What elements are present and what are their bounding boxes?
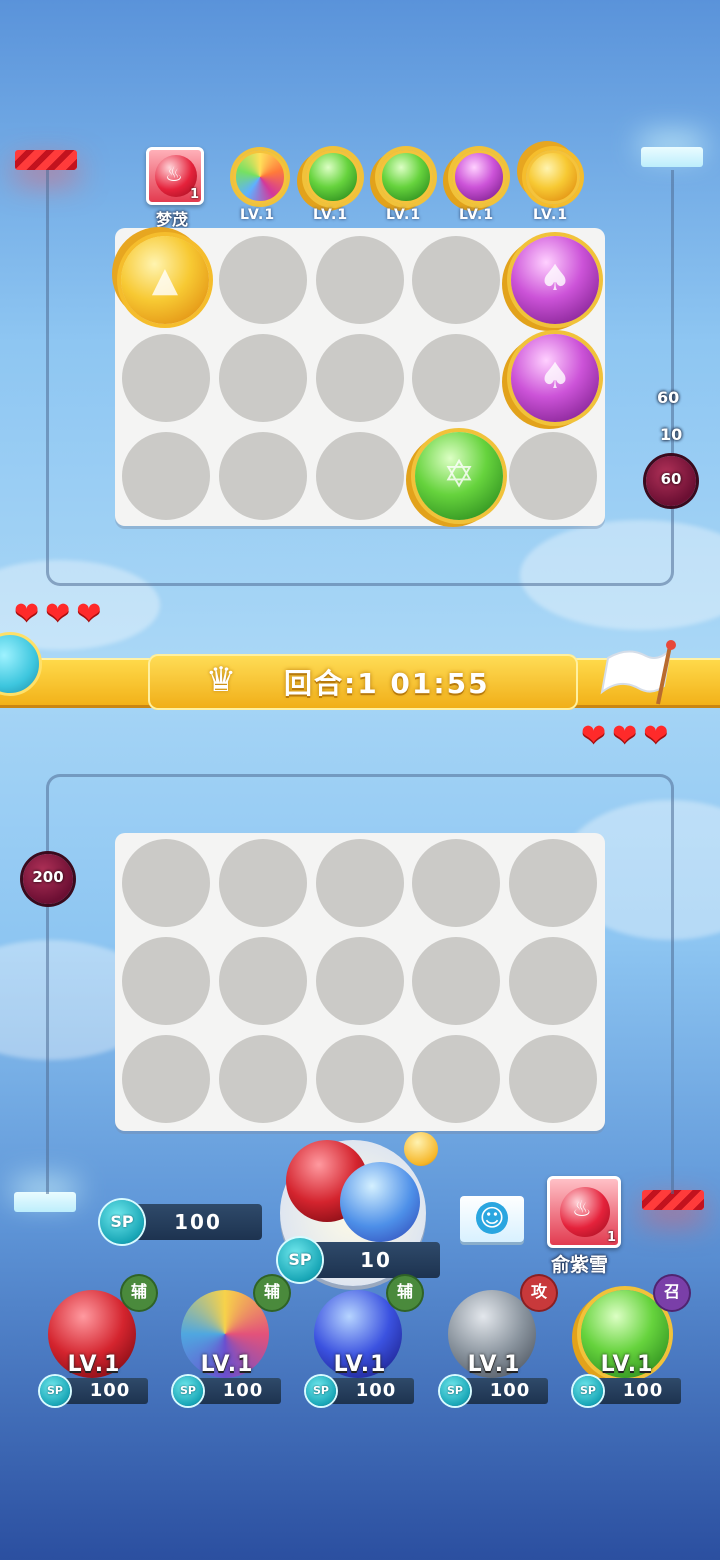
unit-level: LV.1 — [467, 1352, 521, 1377]
board-slot[interactable] — [219, 236, 307, 324]
smiley-face-icon: ☺ — [476, 1202, 508, 1234]
sp-badge-icon: SP — [278, 1238, 322, 1282]
unit-card-3[interactable]: LV.1 辅 100 SP — [306, 1276, 422, 1410]
board-slot[interactable] — [509, 937, 597, 1025]
unit-type-tag: 攻 — [522, 1276, 556, 1310]
emote-button[interactable]: ☺ — [460, 1196, 524, 1242]
board-slot[interactable] — [316, 334, 404, 422]
sp-total: 100 — [134, 1204, 262, 1240]
unit-type-tag: 辅 — [255, 1276, 289, 1310]
board-slot[interactable] — [122, 839, 210, 927]
unit-card-2[interactable]: LV.1 辅 100 SP — [173, 1276, 289, 1410]
board-slot[interactable] — [122, 334, 210, 422]
board-slot[interactable] — [122, 1035, 210, 1123]
top-right-blue-lamp — [641, 147, 703, 167]
player-monster: 200 — [13, 844, 83, 914]
board-slot[interactable] — [219, 1035, 307, 1123]
board-slot[interactable] — [412, 937, 500, 1025]
board-slot[interactable] — [219, 937, 307, 1025]
board-slot[interactable] — [122, 937, 210, 1025]
board-slot[interactable] — [219, 334, 307, 422]
board-slot[interactable] — [509, 432, 597, 520]
board-slot[interactable] — [412, 236, 500, 324]
unit-level: LV.1 — [333, 1352, 387, 1377]
board-slot[interactable] — [412, 334, 500, 422]
unit-card-1[interactable]: LV.1 辅 100 SP — [40, 1276, 156, 1410]
board-slot[interactable] — [316, 432, 404, 520]
top-left-red-lamp — [15, 150, 77, 170]
damage-number: 60 — [657, 388, 680, 407]
unit-type-tag: 辅 — [388, 1276, 422, 1310]
player-avatar[interactable]: ♨ 1 — [547, 1176, 621, 1248]
surrender-flag-icon[interactable] — [598, 638, 678, 708]
unit-level: LV.1 — [200, 1352, 254, 1377]
sp-badge-icon: SP — [40, 1376, 70, 1406]
unit-card-4[interactable]: LV.1 攻 100 SP — [440, 1276, 556, 1410]
flame-icon: ♨ — [572, 1197, 592, 1222]
sp-badge-icon: SP — [100, 1200, 144, 1244]
board-slot[interactable] — [316, 1035, 404, 1123]
sp-badge-icon: SP — [440, 1376, 470, 1406]
bottom-left-blue-lamp — [14, 1192, 76, 1212]
board-slot[interactable] — [509, 1035, 597, 1123]
player-hearts: ❤❤❤ — [581, 718, 675, 753]
monster-hp: 200 — [32, 868, 64, 886]
player-board — [115, 833, 605, 1131]
monster-hp: 60 — [660, 470, 682, 488]
board-slot[interactable] — [316, 937, 404, 1025]
opponent-hearts: ❤❤❤ — [14, 596, 108, 631]
unit-level: LV.1 — [67, 1352, 121, 1377]
opponent-board: ▲ ♠ ♠ ✡ — [115, 228, 605, 526]
board-slot[interactable] — [219, 839, 307, 927]
board-slot[interactable] — [316, 236, 404, 324]
trophy-icon: ♛ — [205, 660, 237, 700]
unit-card-5[interactable]: LV.1 召 100 SP — [573, 1276, 689, 1410]
opponent-monster: 60 — [636, 446, 706, 516]
round-timer: 回合:1 01:55 — [284, 667, 490, 700]
board-slot[interactable] — [509, 839, 597, 927]
board-slot[interactable] — [219, 432, 307, 520]
board-slot[interactable] — [122, 432, 210, 520]
sp-badge-icon: SP — [573, 1376, 603, 1406]
purple-mushroom-orb-icon[interactable]: ♠ — [511, 236, 599, 324]
summon-cost: 10 — [312, 1242, 440, 1278]
unit-type-tag: 辅 — [122, 1276, 156, 1310]
purple-mushroom-orb-icon[interactable]: ♠ — [511, 334, 599, 422]
player-name: 俞紫雪 — [551, 1254, 609, 1276]
board-slot[interactable] — [412, 839, 500, 927]
board-slot[interactable] — [316, 839, 404, 927]
sp-badge-icon: SP — [306, 1376, 336, 1406]
board-slot[interactable] — [412, 1035, 500, 1123]
gold-bead-icon — [404, 1132, 438, 1166]
unit-type-tag: 召 — [655, 1276, 689, 1310]
blue-summon-orb-icon — [340, 1162, 420, 1242]
player-avatar-level: 1 — [606, 1230, 616, 1245]
unit-level: LV.1 — [600, 1352, 654, 1377]
sp-badge-icon: SP — [173, 1376, 203, 1406]
damage-number: 10 — [660, 425, 683, 444]
gold-triangle-orb-icon[interactable]: ▲ — [121, 236, 209, 324]
green-star-orb-icon[interactable]: ✡ — [415, 432, 503, 520]
